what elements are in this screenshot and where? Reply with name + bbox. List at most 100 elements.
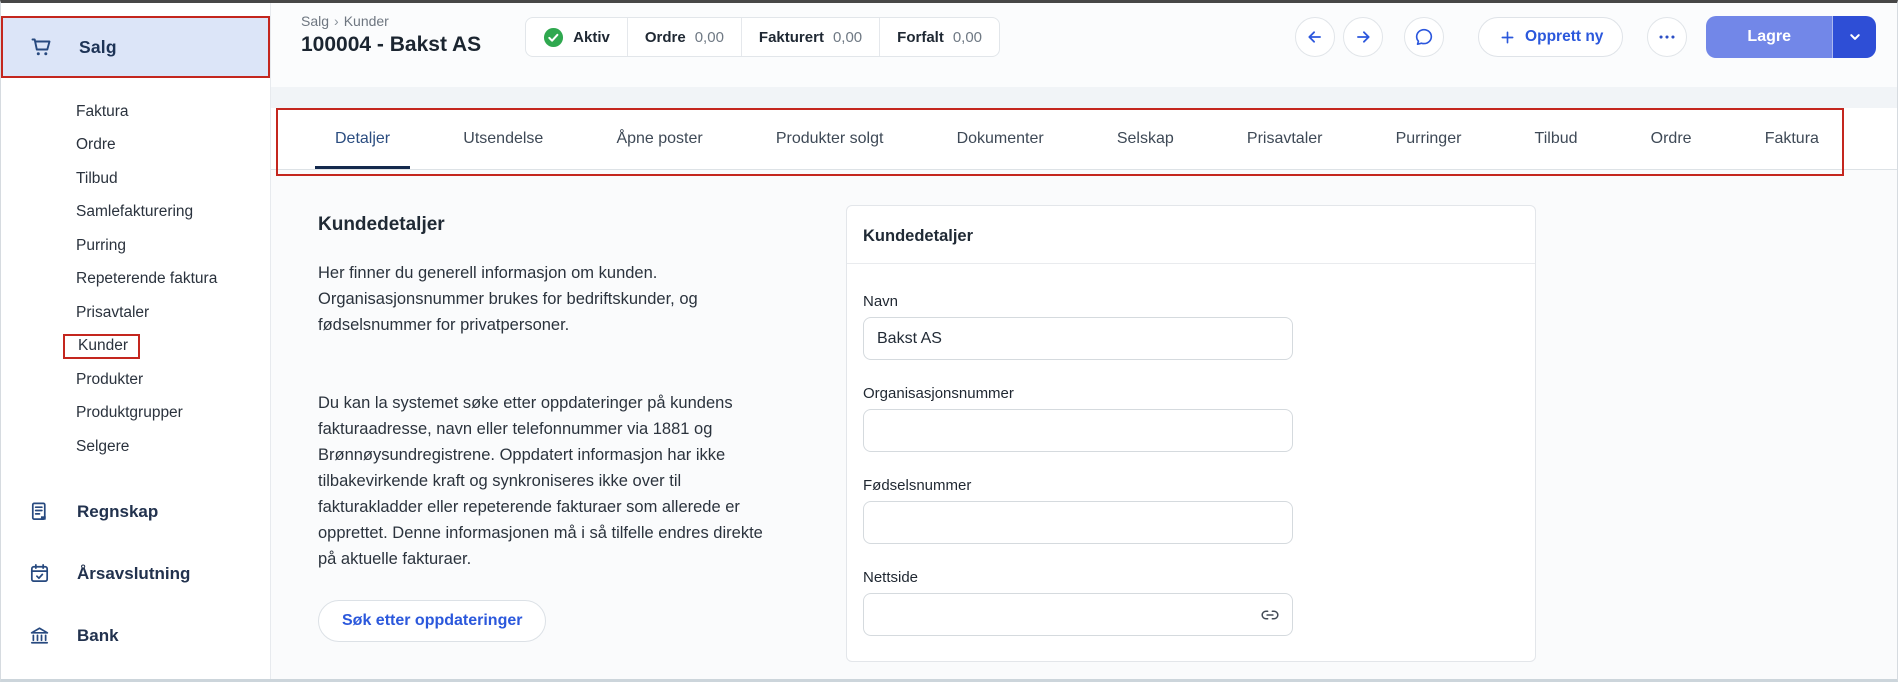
fodselsnummer-label: Fødselsnummer <box>863 477 1519 494</box>
sidebar-salg-submenu: Faktura Ordre Tilbud Samlefakturering Pu… <box>1 78 270 464</box>
previous-button[interactable] <box>1295 17 1335 57</box>
main-area: Salg › Kunder 100004 - Bakst AS Aktiv Ordr… <box>271 3 1897 679</box>
tab-faktura[interactable]: Faktura <box>1765 108 1819 169</box>
tab-utsendelse[interactable]: Utsendelse <box>463 108 543 169</box>
arrow-left-icon <box>1304 26 1326 48</box>
sidebar-section-salg-label: Salg <box>79 37 117 58</box>
next-button[interactable] <box>1343 17 1383 57</box>
content-area: Kundedetaljer Her finner du generell inf… <box>271 170 1897 679</box>
status-fakturert: Fakturert 0,00 <box>741 18 879 56</box>
chevron-down-icon <box>1846 28 1864 46</box>
sidebar-item-prisavtaler[interactable]: Prisavtaler <box>76 296 270 330</box>
sidebar-section-arsavslutning[interactable]: Årsavslutning <box>1 552 270 596</box>
search-updates-button[interactable]: Søk etter oppdateringer <box>318 600 546 642</box>
info-paragraph-2: Du kan la systemet søke etter oppdaterin… <box>318 390 780 572</box>
breadcrumb-separator: › <box>334 13 339 29</box>
sidebar-item-faktura[interactable]: Faktura <box>76 95 270 129</box>
sidebar-item-kunder[interactable]: Kunder <box>76 330 270 364</box>
sidebar-section-regnskap-label: Regnskap <box>77 502 158 522</box>
customer-details-card: Kundedetaljer Navn Organisasjonsnummer F… <box>846 205 1536 662</box>
tab-bar: Detaljer Utsendelse Åpne poster Produkte… <box>271 108 1897 170</box>
status-fakturert-label: Fakturert <box>759 29 824 46</box>
status-forfalt-value: 0,00 <box>953 29 982 46</box>
info-panel: Kundedetaljer Her finner du generell inf… <box>318 214 792 679</box>
fodselsnummer-input[interactable] <box>863 501 1293 544</box>
arrow-right-icon <box>1352 26 1374 48</box>
app-window: Salg Faktura Ordre Tilbud Samlefaktureri… <box>0 0 1898 682</box>
page-header: Salg › Kunder 100004 - Bakst AS Aktiv Ordr… <box>271 3 1897 87</box>
ledger-icon <box>26 500 52 523</box>
tab-detaljer[interactable]: Detaljer <box>335 108 390 169</box>
status-ordre-label: Ordre <box>645 29 686 46</box>
sidebar-item-samlefakturering[interactable]: Samlefakturering <box>76 196 270 230</box>
navn-label: Navn <box>863 293 1519 310</box>
sidebar: Salg Faktura Ordre Tilbud Samlefaktureri… <box>1 3 271 679</box>
sidebar-item-repeterende-faktura[interactable]: Repeterende faktura <box>76 263 270 297</box>
ellipsis-icon <box>1656 26 1678 48</box>
create-new-button[interactable]: Opprett ny <box>1478 17 1623 57</box>
navn-input[interactable] <box>863 317 1293 360</box>
breadcrumb-salg[interactable]: Salg <box>301 13 329 29</box>
status-ordre-value: 0,00 <box>695 29 724 46</box>
field-navn: Navn <box>863 293 1519 360</box>
page-title: 100004 - Bakst AS <box>301 33 481 57</box>
field-organisasjonsnummer: Organisasjonsnummer <box>863 385 1519 452</box>
info-paragraph-1: Her finner du generell informasjon om ku… <box>318 260 780 338</box>
tab-produkter-solgt[interactable]: Produkter solgt <box>776 108 884 169</box>
form-panel: Kundedetaljer Navn Organisasjonsnummer F… <box>846 205 1536 679</box>
chat-button[interactable] <box>1404 17 1444 57</box>
calendar-check-icon <box>26 562 52 585</box>
tab-tilbud[interactable]: Tilbud <box>1535 108 1578 169</box>
nettside-input-wrap <box>863 593 1293 636</box>
sidebar-section-salg[interactable]: Salg <box>1 16 270 78</box>
plus-icon <box>1498 28 1517 47</box>
breadcrumb-kunder[interactable]: Kunder <box>344 13 389 29</box>
organisasjonsnummer-input[interactable] <box>863 409 1293 452</box>
chat-bubble-icon <box>1413 26 1435 48</box>
save-split-button: Lagre <box>1706 16 1876 58</box>
status-forfalt-label: Forfalt <box>897 29 944 46</box>
breadcrumb: Salg › Kunder <box>301 13 481 29</box>
save-dropdown-button[interactable] <box>1832 16 1876 58</box>
status-pill: Aktiv Ordre 0,00 Fakturert 0,00 Forfalt … <box>525 17 1000 57</box>
tab-ordre[interactable]: Ordre <box>1651 108 1692 169</box>
status-forfalt: Forfalt 0,00 <box>879 18 999 56</box>
status-ordre: Ordre 0,00 <box>627 18 741 56</box>
create-new-label: Opprett ny <box>1525 28 1603 46</box>
sidebar-item-produktgrupper[interactable]: Produktgrupper <box>76 397 270 431</box>
kunder-annotation-box: Kunder <box>63 334 140 359</box>
sidebar-item-produkter[interactable]: Produkter <box>76 363 270 397</box>
sidebar-section-bank[interactable]: Bank <box>1 614 270 658</box>
field-fodselsnummer: Fødselsnummer <box>863 477 1519 544</box>
nettside-label: Nettside <box>863 569 1519 586</box>
sidebar-item-tilbud[interactable]: Tilbud <box>76 162 270 196</box>
sidebar-item-selgere[interactable]: Selgere <box>76 430 270 464</box>
card-title: Kundedetaljer <box>847 206 1535 264</box>
sidebar-section-regnskap[interactable]: Regnskap <box>1 490 270 534</box>
save-button[interactable]: Lagre <box>1706 16 1832 58</box>
sidebar-section-bank-label: Bank <box>77 626 119 646</box>
field-nettside: Nettside <box>863 569 1519 636</box>
tab-dokumenter[interactable]: Dokumenter <box>957 108 1044 169</box>
organisasjonsnummer-label: Organisasjonsnummer <box>863 385 1519 402</box>
bank-icon <box>26 624 52 647</box>
cart-icon <box>28 35 54 59</box>
tab-selskap[interactable]: Selskap <box>1117 108 1174 169</box>
tab-purringer[interactable]: Purringer <box>1396 108 1462 169</box>
more-button[interactable] <box>1647 17 1687 57</box>
nettside-input[interactable] <box>863 593 1293 636</box>
status-fakturert-value: 0,00 <box>833 29 862 46</box>
sidebar-section-arsavslutning-label: Årsavslutning <box>77 564 190 584</box>
sidebar-item-purring[interactable]: Purring <box>76 229 270 263</box>
header-actions: Opprett ny Lagre <box>1295 16 1876 58</box>
tab-apne-poster[interactable]: Åpne poster <box>616 108 702 169</box>
check-circle-icon <box>543 27 564 48</box>
tab-prisavtaler[interactable]: Prisavtaler <box>1247 108 1323 169</box>
card-body: Navn Organisasjonsnummer Fødselsnummer <box>847 264 1535 660</box>
link-icon <box>1260 605 1280 625</box>
title-block: Salg › Kunder 100004 - Bakst AS <box>301 13 481 57</box>
sidebar-item-ordre[interactable]: Ordre <box>76 129 270 163</box>
status-active: Aktiv <box>526 18 627 56</box>
status-active-label: Aktiv <box>573 29 610 46</box>
tabs: Detaljer Utsendelse Åpne poster Produkte… <box>271 108 1897 169</box>
